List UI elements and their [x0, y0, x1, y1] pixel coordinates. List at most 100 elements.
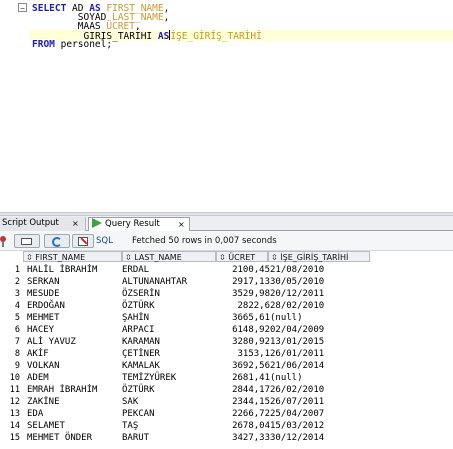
- table-row[interactable]: 13 EDA PEKCAN 2266,72 25/04/2007: [0, 408, 453, 420]
- row-number: 4: [14, 301, 20, 311]
- table-row[interactable]: 15 MEHMET ÖNDER BARUT 3427,33 30/12/2014: [0, 432, 453, 444]
- cell-ucret[interactable]: 2678,04: [218, 420, 270, 432]
- table-row[interactable]: 6 HACEY ARPACI 6148,92 02/04/2009: [0, 324, 453, 336]
- tab-script-output[interactable]: Script Output ×: [0, 217, 86, 231]
- table-row[interactable]: 8 AKİF ÇETİNER 3153,1 26/01/2011: [0, 348, 453, 360]
- cell-last-name[interactable]: SAK: [122, 396, 138, 408]
- cell-first-name[interactable]: SELAMET: [27, 420, 65, 432]
- cell-last-name[interactable]: ÖZTÜRK: [122, 384, 155, 396]
- column-header-last-name[interactable]: ⇳ LAST_NAME: [122, 251, 216, 262]
- cell-ise-giris-tarihi[interactable]: 02/04/2009: [270, 324, 324, 336]
- table-row[interactable]: 5 MEHMET ŞAHİN 3665,61 (null): [0, 312, 453, 324]
- sql-worksheet-editor[interactable]: − SELECT AD AS FIRST_NAME, SOYAD LAST_NA…: [0, 0, 453, 212]
- table-row[interactable]: 7 ALİ YAVUZ KARAMAN 3280,92 13/01/2015: [0, 336, 453, 348]
- sql-code-line[interactable]: FROM personel;: [32, 39, 112, 50]
- close-icon[interactable]: ×: [178, 218, 185, 231]
- cell-first-name[interactable]: MEHMET ÖNDER: [27, 432, 92, 444]
- table-row[interactable]: 4 ERDOĞAN ÖZTÜRK 2822,6 28/02/2010: [0, 300, 453, 312]
- cell-ise-giris-tarihi[interactable]: 25/04/2007: [270, 408, 324, 420]
- cell-first-name[interactable]: MEHMET: [27, 312, 60, 324]
- cell-ise-giris-tarihi[interactable]: (null): [270, 372, 303, 384]
- cell-ise-giris-tarihi[interactable]: 13/01/2015: [270, 336, 324, 348]
- table-row[interactable]: 9 VOLKAN KAMALAK 3692,56 21/06/2014: [0, 360, 453, 372]
- cell-first-name[interactable]: AKİF: [27, 348, 49, 360]
- cell-last-name[interactable]: ÖZSERİN: [122, 288, 160, 300]
- cell-ucret[interactable]: 3665,61: [218, 312, 270, 324]
- cell-ucret[interactable]: 3692,56: [218, 360, 270, 372]
- cell-ucret[interactable]: 3427,33: [218, 432, 270, 444]
- cell-ise-giris-tarihi[interactable]: 21/06/2014: [270, 360, 324, 372]
- column-header-label: FIRST_NAME: [35, 253, 86, 262]
- run-statement-icon: [92, 218, 102, 228]
- column-header-ise-giris-tarihi[interactable]: ⇳ İŞE_GİRİŞ_TARİHİ: [268, 251, 370, 262]
- cell-ise-giris-tarihi[interactable]: 26/07/2011: [270, 396, 324, 408]
- cell-ise-giris-tarihi[interactable]: 26/02/2010: [270, 384, 324, 396]
- column-header-label: ÜCRET: [228, 253, 256, 262]
- refresh-icon[interactable]: [44, 234, 70, 248]
- cell-first-name[interactable]: MESUDE: [27, 288, 60, 300]
- cell-ucret[interactable]: 6148,92: [218, 324, 270, 336]
- cell-ucret[interactable]: 3280,92: [218, 336, 270, 348]
- column-header-ucret[interactable]: ⇳ ÜCRET: [216, 251, 268, 262]
- cell-ise-giris-tarihi[interactable]: 30/05/2010: [270, 276, 324, 288]
- cell-last-name[interactable]: KAMALAK: [122, 360, 160, 372]
- cell-first-name[interactable]: ERDOĞAN: [27, 300, 65, 312]
- cell-ucret[interactable]: 2266,72: [218, 408, 270, 420]
- table-row[interactable]: 1 HALİL İBRAHİM ERDAL 2100,45 21/08/2010: [0, 264, 453, 276]
- table-row[interactable]: 10 ADEM TEMİZYÜREK 2681,41 (null): [0, 372, 453, 384]
- cell-ucret[interactable]: 2681,41: [218, 372, 270, 384]
- cell-last-name[interactable]: TAŞ: [122, 420, 138, 432]
- cell-last-name[interactable]: ALTUNANAHTAR: [122, 276, 187, 288]
- row-number: 12: [9, 397, 20, 407]
- cell-last-name[interactable]: KARAMAN: [122, 336, 160, 348]
- cell-first-name[interactable]: ZAKİNE: [27, 396, 60, 408]
- cell-ucret[interactable]: 2917,13: [218, 276, 270, 288]
- cell-last-name[interactable]: ÖZTÜRK: [122, 300, 155, 312]
- cell-last-name[interactable]: ARPACI: [122, 324, 155, 336]
- cell-first-name[interactable]: EDA: [27, 408, 43, 420]
- cell-ise-giris-tarihi[interactable]: 26/01/2011: [270, 348, 324, 360]
- fold-toggle-icon[interactable]: −: [18, 3, 27, 13]
- cell-ucret[interactable]: 2100,45: [218, 264, 270, 276]
- table-row[interactable]: 2 SERKAN ALTUNANAHTAR 2917,13 30/05/2010: [0, 276, 453, 288]
- cell-first-name[interactable]: HALİL İBRAHİM: [27, 264, 97, 276]
- table-row[interactable]: 3 MESUDE ÖZSERİN 3529,98 20/12/2011: [0, 288, 453, 300]
- cell-first-name[interactable]: HACEY: [27, 324, 54, 336]
- fetch-status: Fetched 50 rows in 0,007 seconds: [132, 236, 277, 246]
- cell-first-name[interactable]: VOLKAN: [27, 360, 60, 372]
- cell-ise-giris-tarihi[interactable]: 21/08/2010: [270, 264, 324, 276]
- cell-ucret[interactable]: 3153,1: [218, 348, 270, 360]
- cell-ucret[interactable]: 2822,6: [218, 300, 270, 312]
- cell-last-name[interactable]: PEKCAN: [122, 408, 155, 420]
- cell-first-name[interactable]: SERKAN: [27, 276, 60, 288]
- table-row[interactable]: 14 SELAMET TAŞ 2678,04 15/03/2012: [0, 420, 453, 432]
- cell-ucret[interactable]: 2844,17: [218, 384, 270, 396]
- cell-ise-giris-tarihi[interactable]: 30/12/2014: [270, 432, 324, 444]
- cell-first-name[interactable]: ALİ YAVUZ: [27, 336, 76, 348]
- cell-last-name[interactable]: ÇETİNER: [122, 348, 160, 360]
- result-grid[interactable]: ⇳ FIRST_NAME ⇳ LAST_NAME ⇳ ÜCRET ⇳ İŞE_G…: [0, 251, 453, 449]
- cell-first-name[interactable]: ADEM: [27, 372, 49, 384]
- print-icon[interactable]: [14, 234, 40, 248]
- row-number: 2: [14, 277, 20, 287]
- cell-ise-giris-tarihi[interactable]: 20/12/2011: [270, 288, 324, 300]
- cell-ucret[interactable]: 3529,98: [218, 288, 270, 300]
- cell-ise-giris-tarihi[interactable]: (null): [270, 312, 303, 324]
- tab-script-output-label: Script Output: [2, 218, 59, 228]
- cell-ise-giris-tarihi[interactable]: 15/03/2012: [270, 420, 324, 432]
- cancel-query-icon[interactable]: [72, 234, 94, 248]
- cell-ucret[interactable]: 2344,15: [218, 396, 270, 408]
- table-row[interactable]: 11 EMRAH İBRAHİM ÖZTÜRK 2844,17 26/02/2010: [0, 384, 453, 396]
- cell-last-name[interactable]: TEMİZYÜREK: [122, 372, 176, 384]
- cell-first-name[interactable]: EMRAH İBRAHİM: [27, 384, 97, 396]
- cell-last-name[interactable]: ERDAL: [122, 264, 149, 276]
- sql-button[interactable]: SQL: [96, 234, 120, 248]
- pin-icon[interactable]: [0, 234, 6, 248]
- cell-last-name[interactable]: BARUT: [122, 432, 149, 444]
- close-icon[interactable]: ×: [72, 217, 79, 230]
- tab-query-result[interactable]: Query Result ×: [88, 217, 190, 231]
- column-header-first-name[interactable]: ⇳ FIRST_NAME: [23, 251, 122, 262]
- cell-ise-giris-tarihi[interactable]: 28/02/2010: [270, 300, 324, 312]
- table-row[interactable]: 12 ZAKİNE SAK 2344,15 26/07/2011: [0, 396, 453, 408]
- cell-last-name[interactable]: ŞAHİN: [122, 312, 149, 324]
